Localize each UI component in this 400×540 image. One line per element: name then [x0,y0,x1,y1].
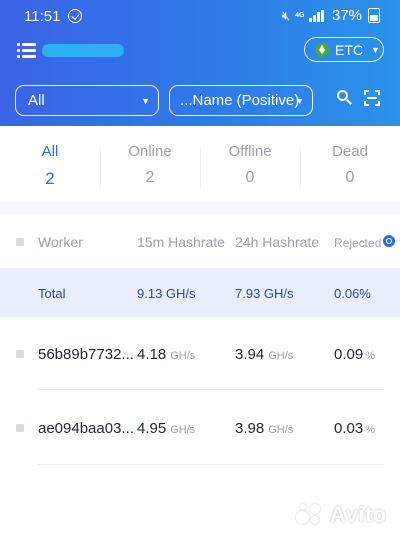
tab-label: All [41,143,59,160]
status-filter-dropdown[interactable]: All ▼ [15,85,159,116]
section-divider [0,202,400,214]
row-checkbox[interactable] [16,350,24,358]
rejected-unit: % [365,350,375,362]
ethereum-classic-icon [315,42,329,57]
tab-count: 2 [45,169,55,188]
divider [300,148,301,188]
total-24h-hashrate: 7.93 GH/s [235,286,294,301]
table-header: Worker 15m Hashrate 24h Hashrate Rejecte… [0,214,400,268]
tab-offline[interactable]: Offline 0 [200,126,300,202]
worker-name: ae094baa03... [38,420,134,437]
tab-label: Online [128,143,172,160]
divider [38,389,384,390]
rejected-value: 0.03 [334,420,364,437]
hashrate-24h-value: 3.98 [235,420,265,437]
search-icon[interactable] [337,90,353,106]
avito-logo-icon [294,502,324,528]
rejected: 0.09% [334,346,375,363]
chevron-down-icon: ▼ [295,96,304,106]
hashrate-24h: 3.98 GH/s [235,420,293,437]
avito-watermark: Avito [294,502,387,528]
total-row: Total 9.13 GH/s 7.93 GH/s 0.06% [0,268,400,317]
tab-count: 2 [145,169,155,186]
divider [200,148,201,188]
tab-online[interactable]: Online 2 [100,126,200,202]
column-header-15m-hashrate[interactable]: 15m Hashrate [137,234,225,250]
rejected: 0.03% [334,420,375,437]
rejected-value: 0.09 [334,346,364,363]
chevron-down-icon: ▼ [141,96,150,106]
account-name-redacted[interactable] [42,44,124,57]
table-row[interactable]: 56b89b7732... 4.18 GH/s 3.94 GH/s 0.09% [0,317,400,387]
hashrate-24h-unit: GH/s [268,350,294,362]
tab-count: 0 [245,169,255,186]
sort-dropdown[interactable]: ...Name (Positive) ▼ [169,85,313,116]
sort-value: ...Name (Positive) [180,92,300,109]
tab-count: 0 [345,169,355,186]
hashrate-15m-unit: GH/s [170,424,196,436]
watermark-text: Avito [330,502,387,527]
status-filter-value: All [28,92,45,109]
hashrate-24h-unit: GH/s [268,424,294,436]
hashrate-15m-value: 4.18 [137,346,167,363]
hashrate-15m-unit: GH/s [170,350,196,362]
column-header-24h-hashrate[interactable]: 24h Hashrate [235,234,319,250]
column-header-worker[interactable]: Worker [38,234,83,250]
tab-label: Dead [332,143,368,160]
hashrate-15m: 4.18 GH/s [137,346,195,363]
divider [38,464,384,465]
status-icons: 🔇︎ 4G 37% [282,7,380,24]
mute-icon: 🔇︎ [281,7,291,23]
tab-all[interactable]: All 2 [0,126,100,202]
hashrate-15m: 4.95 GH/s [137,420,195,437]
coin-label: ETC [335,41,363,58]
coin-selector[interactable]: ETC ▼ [304,37,384,62]
chevron-down-icon: ▼ [371,44,380,55]
check-circle-icon [68,9,82,23]
status-time: 11:51 [24,8,61,25]
tab-label: Offline [228,143,272,160]
table-row[interactable]: ae094baa03... 4.95 GH/s 3.98 GH/s 0.03% [0,391,400,461]
tab-dead[interactable]: Dead 0 [300,126,400,202]
app-header: 11:51 🔇︎ 4G 37% ETC ▼ All ▼ ...Name (Pos… [0,0,400,126]
total-15m-hashrate: 9.13 GH/s [137,286,196,301]
signal-icon [309,9,324,22]
battery-icon [368,8,380,23]
row-checkbox[interactable] [16,424,24,432]
total-rejected: 0.06% [334,286,371,301]
hashrate-24h: 3.94 GH/s [235,346,293,363]
total-label: Total [38,286,66,301]
divider [100,148,101,188]
scan-icon[interactable] [364,90,380,106]
network-type: 4G [295,12,305,19]
rejected-unit: % [365,424,375,436]
worker-name: 56b89b7732... [38,346,134,363]
battery-percent: 37% [331,7,362,24]
hashrate-15m-value: 4.95 [137,420,167,437]
hashrate-24h-value: 3.94 [235,346,265,363]
select-all-checkbox[interactable] [16,238,24,246]
column-header-rejected[interactable]: Rejected [334,236,381,250]
info-icon[interactable] [383,235,395,247]
status-bar: 11:51 🔇︎ 4G 37% [0,0,400,34]
menu-icon[interactable] [17,42,37,58]
